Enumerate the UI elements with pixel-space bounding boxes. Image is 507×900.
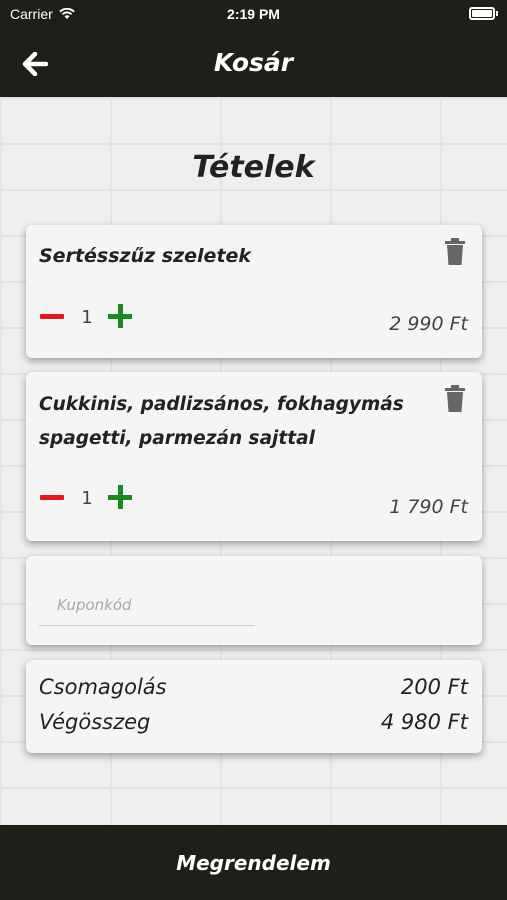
navigation-bar: Kosár xyxy=(0,30,507,97)
status-bar: Carrier 2:19 PM xyxy=(0,0,507,30)
total-value: 4 980 Ft xyxy=(380,710,468,734)
item-price: 1 790 Ft xyxy=(389,496,468,518)
decrease-quantity-button[interactable] xyxy=(39,484,65,510)
packaging-label: Csomagolás xyxy=(39,675,167,699)
total-row: Végösszeg 4 980 Ft xyxy=(39,710,468,734)
coupon-card xyxy=(26,556,482,645)
total-label: Végösszeg xyxy=(39,710,151,734)
item-name: Sertésszűz szeletek xyxy=(39,245,252,267)
order-button[interactable]: Megrendelem xyxy=(0,825,507,900)
packaging-value: 200 Ft xyxy=(400,675,468,699)
battery-icon xyxy=(469,7,498,20)
decrease-quantity-button[interactable] xyxy=(39,303,65,329)
packaging-row: Csomagolás 200 Ft xyxy=(39,675,468,699)
quantity-value: 1 xyxy=(81,488,93,509)
increase-quantity-button[interactable] xyxy=(107,484,133,510)
battery-fill xyxy=(472,10,492,17)
cart-item-card: Cukkinis, padlizsános, fokhagymás spaget… xyxy=(26,372,482,541)
section-title: Tételek xyxy=(192,150,315,185)
quantity-value: 1 xyxy=(81,307,93,328)
trash-icon[interactable] xyxy=(444,385,466,413)
item-price: 2 990 Ft xyxy=(389,313,468,335)
cart-item-card: Sertésszűz szeletek 1 2 990 Ft xyxy=(26,225,482,358)
trash-icon[interactable] xyxy=(444,238,466,266)
order-button-label: Megrendelem xyxy=(176,851,331,875)
increase-quantity-button[interactable] xyxy=(107,303,133,329)
coupon-input[interactable] xyxy=(39,584,255,626)
status-time: 2:19 PM xyxy=(227,6,280,22)
summary-card: Csomagolás 200 Ft Végösszeg 4 980 Ft xyxy=(26,660,482,753)
page-title: Kosár xyxy=(213,48,294,77)
item-name: Cukkinis, padlizsános, fokhagymás spaget… xyxy=(39,394,404,449)
